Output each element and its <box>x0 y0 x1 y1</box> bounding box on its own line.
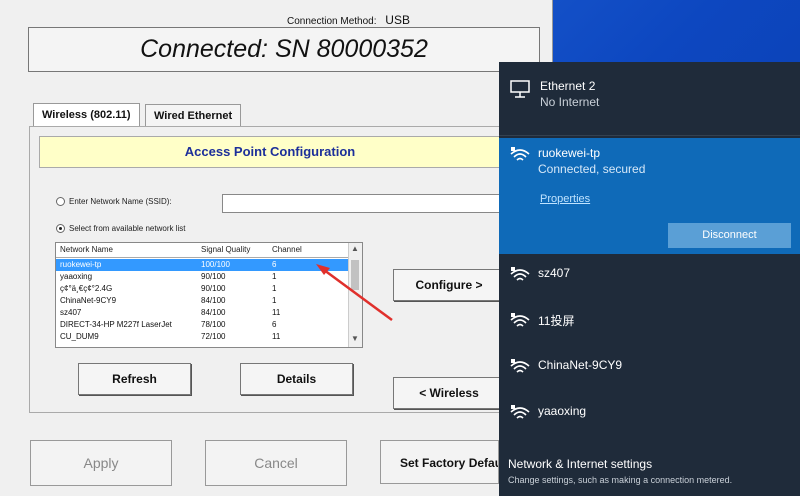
network-list-row[interactable]: DIRECT-34-HP M227f LaserJet 78/100 6 <box>56 319 348 331</box>
scroll-up-icon[interactable]: ▲ <box>351 244 359 253</box>
network-list-row[interactable]: ChinaNet-9CY9 84/100 1 <box>56 295 348 307</box>
tab-wired-ethernet[interactable]: Wired Ethernet <box>145 104 242 127</box>
wifi-secured-icon <box>510 313 530 327</box>
channel-cell: 1 <box>272 296 277 305</box>
channel-cell: 6 <box>272 260 277 269</box>
network-list-row[interactable]: ç¢°ä¸€ç¢°2.4G 90/100 1 <box>56 283 348 295</box>
list-radio-option[interactable]: Select from available network list <box>56 224 186 234</box>
banner-title: Access Point Configuration <box>184 144 356 159</box>
connection-method: Connection Method: USB <box>287 13 410 27</box>
flyout-divider <box>499 135 800 136</box>
signal-quality-cell: 100/100 <box>201 260 230 269</box>
wifi-network-name: 11投屏 <box>538 314 575 328</box>
network-name-cell: CU_DUM9 <box>60 332 99 341</box>
apply-button[interactable]: Apply <box>30 440 172 486</box>
scroll-down-icon[interactable]: ▼ <box>351 334 359 343</box>
network-name-cell: sz407 <box>60 308 82 317</box>
printer-setup-window: Connection Method: USB Connected: SN 800… <box>0 0 553 496</box>
channel-cell: 1 <box>272 284 277 293</box>
channel-cell: 11 <box>272 308 281 317</box>
ssid-input[interactable] <box>222 194 504 213</box>
wifi-secured-icon <box>510 359 530 373</box>
wifi-network-entry[interactable]: ChinaNet-9CY9 <box>499 354 800 394</box>
network-name-cell: yaaoxing <box>60 272 93 281</box>
network-name-cell: ChinaNet-9CY9 <box>60 296 117 305</box>
wifi-secured-icon <box>510 147 530 161</box>
ssid-radio-option[interactable]: Enter Network Name (SSID): <box>56 197 172 207</box>
wifi-network-name: ChinaNet-9CY9 <box>538 358 623 372</box>
wifi-flyout: Ethernet 2 No Internet ruokewei-tp Conne… <box>499 62 800 496</box>
wifi-network-name: sz407 <box>538 266 571 280</box>
signal-quality-cell: 72/100 <box>201 332 226 341</box>
network-list-row[interactable]: sz407 84/100 11 <box>56 307 348 319</box>
connection-method-value: USB <box>385 13 410 27</box>
refresh-button[interactable]: Refresh <box>78 363 191 395</box>
network-list-row[interactable]: yaaoxing 90/100 1 <box>56 271 348 283</box>
wifi-network-entry[interactable]: sz407 <box>499 262 800 302</box>
wifi-network-entry[interactable]: yaaoxing <box>499 400 800 440</box>
ethernet-status: No Internet <box>540 95 600 109</box>
list-radio-label: Select from available network list <box>69 224 186 233</box>
properties-link[interactable]: Properties <box>540 193 590 205</box>
connection-method-label: Connection Method: <box>287 16 377 27</box>
tab-wireless[interactable]: Wireless (802.11) <box>33 103 140 128</box>
active-network-status: Connected, secured <box>538 162 646 176</box>
configure-button[interactable]: Configure > <box>393 269 505 301</box>
network-name-cell: ç¢°ä¸€ç¢°2.4G <box>60 284 113 293</box>
active-network-name: ruokewei-tp <box>538 146 601 160</box>
wifi-network-name: yaaoxing <box>538 404 587 418</box>
ssid-radio[interactable] <box>56 197 65 207</box>
signal-quality-cell: 78/100 <box>201 320 226 329</box>
column-channel[interactable]: Channel <box>272 245 302 254</box>
red-annotation-arrow <box>316 264 393 322</box>
channel-cell: 6 <box>272 320 277 329</box>
network-settings-link[interactable]: Network & Internet settings <box>508 457 652 471</box>
column-network-name[interactable]: Network Name <box>60 245 113 254</box>
signal-quality-cell: 90/100 <box>201 272 226 281</box>
wifi-secured-icon <box>510 405 530 419</box>
ethernet-icon <box>510 80 530 98</box>
column-signal-quality[interactable]: Signal Quality <box>201 245 250 254</box>
connection-status-box: Connected: SN 80000352 <box>28 27 540 72</box>
network-list-row[interactable]: CU_DUM9 72/100 11 <box>56 331 348 343</box>
ethernet-entry[interactable]: Ethernet 2 No Internet <box>499 62 800 134</box>
ssid-radio-label: Enter Network Name (SSID): <box>69 197 172 206</box>
disconnect-button[interactable]: Disconnect <box>668 223 791 248</box>
wifi-network-entry[interactable]: 11投屏 <box>499 308 800 348</box>
network-list-row[interactable]: ruokewei-tp 100/100 6 <box>56 259 348 271</box>
list-radio[interactable] <box>56 224 65 234</box>
wifi-secured-icon <box>510 267 530 281</box>
network-name-cell: DIRECT-34-HP M227f LaserJet <box>60 320 172 329</box>
network-settings-description: Change settings, such as making a connec… <box>508 475 733 485</box>
network-list-header: Network Name Signal Quality Channel <box>56 243 348 258</box>
wireless-back-button[interactable]: < Wireless <box>393 377 505 409</box>
channel-cell: 11 <box>272 332 281 341</box>
factory-defaults-button[interactable]: Set Factory Defaul <box>380 440 499 484</box>
ethernet-title: Ethernet 2 <box>540 79 596 93</box>
connection-status-text: Connected: SN 80000352 <box>140 35 428 63</box>
network-name-cell: ruokewei-tp <box>60 260 102 269</box>
channel-cell: 1 <box>272 272 277 281</box>
cancel-button[interactable]: Cancel <box>205 440 347 486</box>
access-point-banner: Access Point Configuration <box>39 136 501 168</box>
signal-quality-cell: 84/100 <box>201 296 226 305</box>
signal-quality-cell: 90/100 <box>201 284 226 293</box>
details-button[interactable]: Details <box>240 363 353 395</box>
signal-quality-cell: 84/100 <box>201 308 226 317</box>
